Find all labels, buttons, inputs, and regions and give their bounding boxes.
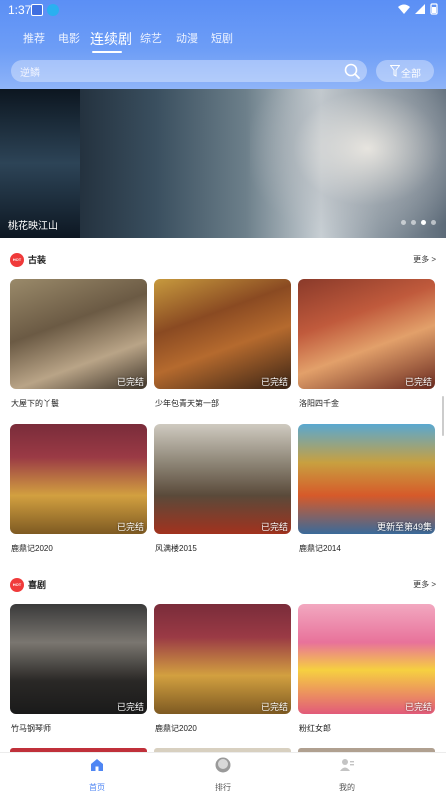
signal-icon	[415, 4, 425, 14]
nav-profile[interactable]: 我的	[317, 757, 377, 793]
video-card[interactable]: 已完结 竹马钢琴师	[10, 604, 147, 733]
tab-movie[interactable]: 电影	[58, 28, 80, 50]
video-card[interactable]: 已完结 粉红女郎	[298, 604, 435, 733]
status-label: 已完结	[260, 522, 288, 532]
video-card[interactable]: 已完结 风满楼2015	[154, 424, 291, 553]
status-label: 已完结	[116, 702, 144, 712]
poster-image: 已完结	[154, 604, 291, 714]
download-notification-icon	[47, 4, 59, 16]
video-card[interactable]: 已完结 少年包青天第一部	[154, 279, 291, 408]
nav-label: 首页	[89, 783, 105, 792]
video-title: 竹马钢琴师	[11, 724, 51, 733]
poster-image: 已完结	[298, 604, 435, 714]
video-card[interactable]: 已完结 大屋下的丫鬟	[10, 279, 147, 408]
home-icon	[91, 759, 103, 771]
poster-image: 已完结	[298, 279, 435, 389]
video-title: 大屋下的丫鬟	[11, 399, 59, 408]
video-title: 鹿鼎记2014	[299, 544, 341, 553]
tab-short-drama[interactable]: 短剧	[211, 28, 233, 50]
status-label: 已完结	[404, 377, 432, 387]
status-bar: 1:37	[0, 0, 446, 20]
status-label: 更新至第49集	[376, 522, 432, 532]
nav-ranking[interactable]: 排行	[193, 757, 253, 793]
banner-dot[interactable]	[401, 220, 406, 225]
poster-image: 已完结	[154, 424, 291, 534]
section-title: 喜剧	[28, 580, 47, 590]
tab-series[interactable]: 连续剧	[90, 28, 132, 50]
bottom-navigation: 首页 排行 我的	[0, 752, 446, 793]
nav-home[interactable]: 首页	[67, 757, 127, 793]
tab-variety[interactable]: 综艺	[140, 28, 162, 50]
filter-label: 全部	[401, 69, 421, 80]
video-title: 洛阳四千金	[299, 399, 339, 408]
status-right-icons	[398, 3, 438, 15]
banner-dot[interactable]	[431, 220, 436, 225]
poster-image: 已完结	[154, 279, 291, 389]
featured-banner[interactable]: 桃花映江山	[0, 89, 446, 238]
search-icon[interactable]	[343, 62, 361, 80]
status-label: 已完结	[260, 702, 288, 712]
tab-anime[interactable]: 动漫	[176, 28, 198, 50]
status-label: 已完结	[260, 377, 288, 387]
hot-icon: HOT	[10, 578, 24, 592]
category-tabs: 推荐 电影 连续剧 综艺 动漫 短剧	[0, 28, 446, 54]
video-title: 风满楼2015	[155, 544, 197, 553]
video-card[interactable]: 已完结 洛阳四千金	[298, 279, 435, 408]
video-card[interactable]: 已完结 鹿鼎记2020	[10, 424, 147, 553]
poster-image: 已完结	[10, 424, 147, 534]
wifi-icon	[398, 4, 410, 14]
status-label: 已完结	[116, 522, 144, 532]
section-header-costume: HOT 古装 更多 >	[10, 252, 436, 268]
banner-dot-active[interactable]	[421, 220, 426, 225]
video-title: 粉红女郎	[299, 724, 331, 733]
banner-image	[250, 89, 446, 238]
notification-app-icon	[31, 4, 43, 16]
video-title: 鹿鼎记2020	[11, 544, 53, 553]
profile-icon	[340, 759, 354, 771]
more-link[interactable]: 更多 >	[413, 579, 436, 590]
video-title: 少年包青天第一部	[155, 399, 219, 408]
nav-label: 我的	[339, 783, 355, 792]
banner-left-poster	[0, 89, 80, 238]
section-header-comedy: HOT 喜剧 更多 >	[10, 577, 436, 593]
scrollbar-thumb[interactable]	[442, 396, 444, 436]
filter-button[interactable]: 全部	[376, 60, 434, 82]
status-time: 1:37	[8, 3, 32, 17]
banner-dot[interactable]	[411, 220, 416, 225]
poster-image: 更新至第49集	[298, 424, 435, 534]
hot-badge-text: HOT	[12, 257, 22, 262]
battery-icon	[430, 3, 438, 15]
video-card[interactable]: 已完结 鹿鼎记2020	[154, 604, 291, 733]
poster-image: 已完结	[10, 604, 147, 714]
video-card[interactable]: 更新至第49集 鹿鼎记2014	[298, 424, 435, 553]
filter-icon	[390, 65, 400, 77]
tab-recommend[interactable]: 推荐	[23, 28, 45, 50]
banner-title: 桃花映江山	[8, 221, 58, 232]
poster-image: 已完结	[10, 279, 147, 389]
app-screen: 1:37 推荐 电影 连续剧 综艺 动漫 短剧 逆鳞 全部 桃花映江山 HOT …	[0, 0, 446, 793]
banner-pagination	[401, 220, 436, 225]
header: 1:37 推荐 电影 连续剧 综艺 动漫 短剧 逆鳞 全部	[0, 0, 446, 89]
section-title: 古装	[28, 255, 47, 265]
video-title: 鹿鼎记2020	[155, 724, 197, 733]
search-input[interactable]: 逆鳞	[11, 60, 367, 82]
hot-badge-text: HOT	[12, 582, 22, 587]
active-tab-underline	[92, 51, 122, 53]
status-label: 已完结	[404, 702, 432, 712]
nav-label: 排行	[215, 783, 231, 792]
more-link[interactable]: 更多 >	[413, 254, 436, 265]
hot-icon: HOT	[10, 253, 24, 267]
status-label: 已完结	[116, 377, 144, 387]
ranking-icon	[215, 757, 231, 773]
search-placeholder: 逆鳞	[20, 68, 40, 79]
